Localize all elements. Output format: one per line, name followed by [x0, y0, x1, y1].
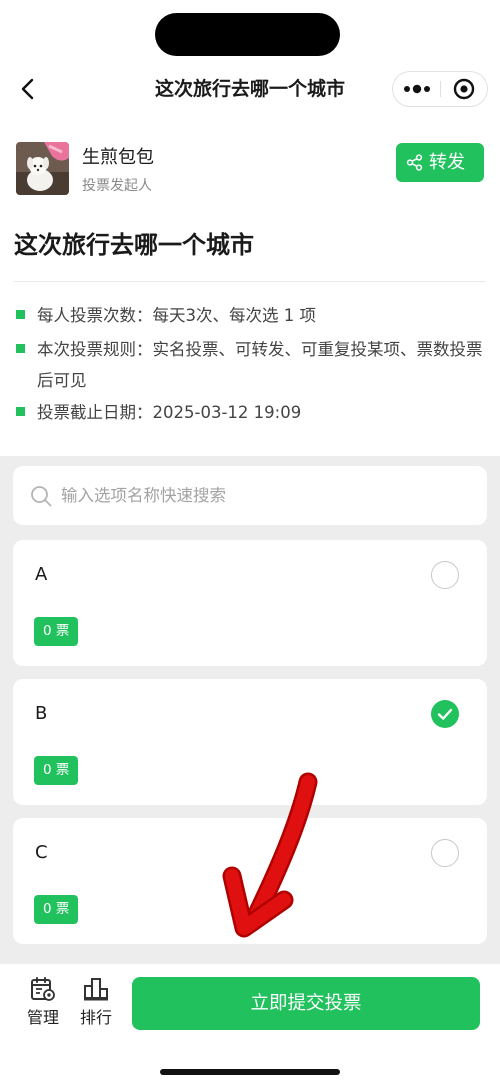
rank-label: 排行 [79, 1008, 112, 1027]
radio-button[interactable] [431, 561, 459, 589]
rank-button[interactable]: 排行 [76, 976, 116, 1032]
dynamic-island [155, 13, 340, 56]
bottom-action-bar: 管理 排行 立即提交投票 [0, 964, 500, 1083]
submit-vote-button[interactable]: 立即提交投票 [132, 977, 480, 1030]
option-label: A [35, 564, 48, 585]
vote-page: 这次旅行去哪一个城市 生煎包包 投票发起人 转发 这次旅行去哪一个城市 每人投票… [0, 0, 500, 1083]
share-label: 转发 [429, 152, 465, 173]
option-label: B [35, 703, 48, 724]
page-title: 这次旅行去哪一个城市 [154, 78, 345, 100]
rule-vote-policy: 本次投票规则：实名投票、可转发、可重复投某项、票数投票后可见 [14, 334, 486, 396]
checkmark-icon [437, 708, 453, 720]
rule-text: 每人投票次数：每天3次、每次选 1 项 [37, 306, 316, 325]
rule-deadline: 投票截止日期：2025-03-12 19:09 [14, 397, 486, 428]
author-role: 投票发起人 [82, 178, 152, 194]
manage-label: 管理 [26, 1008, 59, 1027]
calendar-gear-icon [31, 977, 55, 1001]
bullet-icon [16, 310, 25, 319]
chevron-left-icon[interactable] [14, 74, 44, 104]
rule-text: 本次投票规则：实名投票、可转发、可重复投某项、票数投票后可见 [37, 340, 483, 390]
author-name: 生煎包包 [82, 147, 154, 168]
share-nodes-icon [406, 154, 423, 171]
bullet-icon [16, 344, 25, 353]
poll-header-card: 生煎包包 投票发起人 转发 这次旅行去哪一个城市 每人投票次数：每天3次、每次选… [0, 118, 500, 456]
vote-count-badge: 0 票 [34, 895, 79, 924]
miniprogram-capsule [392, 71, 488, 107]
avatar[interactable] [16, 142, 69, 195]
radio-button[interactable] [431, 839, 459, 867]
option-card-a[interactable]: A 0 票 [13, 540, 487, 666]
more-button[interactable] [393, 72, 440, 106]
bullet-icon [16, 407, 25, 416]
manage-button[interactable]: 管理 [23, 976, 63, 1032]
search-icon [31, 486, 52, 507]
rule-text: 投票截止日期：2025-03-12 19:09 [37, 403, 302, 422]
status-bar [0, 0, 500, 60]
vote-count-badge: 0 票 [34, 756, 79, 785]
vote-count-badge: 0 票 [34, 617, 79, 646]
header-divider [14, 281, 486, 282]
search-box [13, 466, 487, 525]
target-circle-icon [453, 78, 475, 100]
podium-icon [84, 978, 108, 1001]
red-arrow-annotation-icon [222, 772, 318, 938]
radio-button-checked[interactable] [431, 700, 459, 728]
more-dots-icon [404, 84, 430, 94]
home-indicator [160, 1069, 340, 1075]
search-input[interactable] [61, 479, 461, 512]
dog-photo-avatar [16, 142, 69, 195]
rule-vote-count: 每人投票次数：每天3次、每次选 1 项 [14, 300, 486, 331]
poll-title: 这次旅行去哪一个城市 [14, 231, 254, 259]
close-button[interactable] [441, 72, 488, 106]
nav-bar: 这次旅行去哪一个城市 [0, 60, 500, 118]
option-label: C [35, 842, 48, 863]
share-button[interactable]: 转发 [396, 143, 484, 182]
